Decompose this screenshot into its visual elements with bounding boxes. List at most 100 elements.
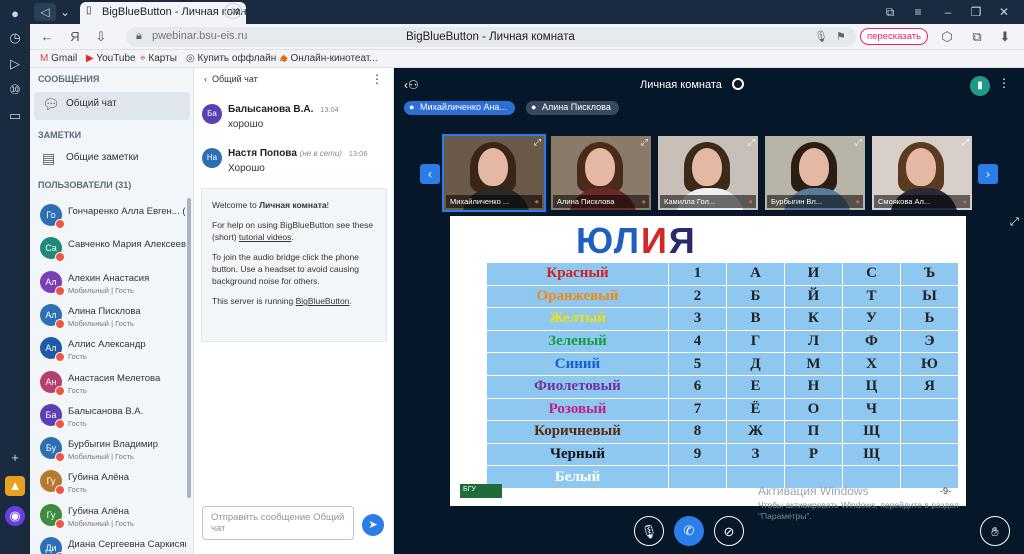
next-video-page-button[interactable]: › (978, 164, 998, 184)
color-name-cell: Коричневый (486, 420, 669, 444)
tutorial-videos-link[interactable]: tutorial videos (239, 232, 291, 242)
table-row: Коричневый 8 Ж П Щ (486, 420, 959, 444)
tab-bigbluebutton[interactable]: ▯ BigBlueButton - Личная комната ✕ (80, 2, 246, 24)
user-list-scrollbar[interactable] (187, 198, 191, 498)
welcome-title-suffix: ! (326, 200, 330, 210)
minimize-icon[interactable]: – (940, 3, 956, 21)
letter-cell: Ъ (900, 262, 959, 286)
letter-cell: М (784, 352, 843, 376)
table-row: Зеленый 4 Г Л Ф Э (486, 329, 959, 354)
user-list-item[interactable]: Ан Анастасия Мелетова Гость (34, 369, 188, 399)
fullscreen-video-icon[interactable]: ⤢ (641, 137, 648, 148)
share-webcam-button[interactable]: ⊘ (714, 516, 744, 546)
letter-cell: 6 (668, 374, 727, 399)
letter-cell: Х (842, 352, 901, 376)
screen-icon[interactable]: ▭ (5, 106, 25, 126)
sender-away-status: (не в сети) (299, 149, 342, 158)
message-sender: Балысанова В.А. 13:04 (228, 104, 339, 115)
number-10-icon[interactable]: ⑩ (5, 80, 25, 100)
bigbluebutton-link[interactable]: BigBlueButton (296, 296, 350, 306)
download-icon[interactable]: ⇩ (92, 28, 110, 46)
download-arrow-icon[interactable]: ⬇ (996, 28, 1014, 46)
extension-icon[interactable]: ⧉ (968, 28, 986, 46)
app-orange-icon[interactable]: ▲ (5, 476, 25, 496)
chat-options-icon[interactable]: ⋮ (371, 72, 383, 86)
user-list-item[interactable]: Ал Аллис Александр Гость (34, 335, 188, 365)
connection-status-icon[interactable]: ▮ (970, 76, 990, 96)
color-name-cell: Красный (486, 262, 669, 286)
recording-icon[interactable] (732, 78, 744, 90)
table-row: Желтый 3 В К У Ь (486, 307, 959, 331)
welcome-server-text: This server is running (212, 296, 296, 306)
menu-icon[interactable]: ≡ (910, 3, 926, 21)
restore-icon[interactable]: ❐ (968, 3, 984, 21)
bookmark-kupit[interactable]: ◎ Купить оффлайн ... (186, 53, 287, 64)
shared-notes-item[interactable]: ▤ Общие заметки (34, 146, 190, 174)
user-list-item[interactable]: Са Савченко Мария Алексеевна (34, 235, 188, 265)
color-name-cell: Желтый (486, 307, 669, 331)
back-icon[interactable]: ← (38, 28, 56, 46)
letter-cell: Г (726, 329, 785, 354)
chevron-down-icon[interactable]: ⌄ (58, 3, 72, 21)
chat-bubble-icon: 💬︎ (42, 96, 60, 112)
message-time: 13:06 (348, 149, 368, 158)
fullscreen-icon[interactable]: ⤢ (1010, 216, 1019, 229)
send-message-button[interactable]: ➤ (362, 514, 384, 536)
user-list-item[interactable]: Гу Губина Алёна Мобильный | Гость (34, 502, 188, 532)
user-list-item[interactable]: Ал Алина Писклова Мобильный | Гость (34, 302, 188, 332)
webcam-user-label: Камилла Гол... ● (660, 195, 756, 208)
webcam-video-tile[interactable]: ⤢ Алина Писклова ● (549, 134, 653, 212)
webcam-video-tile[interactable]: ⤢ Бурбыгин Вл... ● (763, 134, 867, 212)
url-field[interactable]: 🔒︎ pwebinar.bsu-eis.ru BigBlueButton - Л… (126, 27, 856, 47)
webcam-user-label: Алина Писклова ● (553, 195, 649, 208)
sound-icon[interactable]: ◁ (34, 3, 56, 21)
bookmark-kino[interactable]: ◆ Онлайн-кинотеат... (280, 53, 378, 64)
microphone-icon[interactable]: 🎙︎ (814, 30, 828, 43)
bookmark-gmail[interactable]: M Gmail (40, 53, 77, 64)
fullscreen-video-icon[interactable]: ⤢ (748, 137, 755, 148)
yandex-icon[interactable]: Я (66, 28, 84, 46)
bookmark-flag-icon[interactable]: ⚑ (836, 30, 846, 43)
user-list-item[interactable]: Ди Диана Сергеевна Саркисян (34, 535, 188, 554)
alice-icon[interactable]: ◉ (5, 506, 25, 526)
user-list-item[interactable]: Ба Балысанова В.А. Гость (34, 402, 188, 432)
play-icon[interactable]: ▷ (5, 54, 25, 74)
public-chat-label: Общий чат (66, 98, 117, 109)
close-window-icon[interactable]: ✕ (996, 3, 1012, 21)
webcam-video-tile[interactable]: ⤢ Камилла Гол... ● (656, 134, 760, 212)
profile-icon[interactable]: ● (5, 4, 25, 24)
options-menu-icon[interactable]: ⋮ (998, 76, 1010, 90)
address-bar: ← Я ⇩ 🔒︎ pwebinar.bsu-eis.ru BigBlueButt… (30, 24, 1024, 50)
fullscreen-video-icon[interactable]: ⤢ (855, 137, 862, 148)
pereskazat-button[interactable]: пересказать (860, 28, 929, 45)
user-list-item[interactable]: Ал Алехин Анастасия Мобильный | Гость (34, 269, 188, 299)
fullscreen-video-icon[interactable]: ⤢ (534, 137, 541, 148)
webcam-video-tile[interactable]: ⤢ Михайличенко ... ● (442, 134, 546, 212)
prev-video-page-button[interactable]: ‹ (420, 164, 440, 184)
raise-hand-button[interactable]: ✋︎ (980, 516, 1010, 546)
talking-indicator[interactable]: ● Алина Писклова (526, 101, 619, 115)
bookmark-maps[interactable]: ⌖ Карты (140, 53, 177, 64)
chat-message-input[interactable]: Отправить сообщение Общий чат (202, 506, 354, 540)
chat-back-link[interactable]: ‹ Общий чат (204, 74, 258, 84)
user-list-item[interactable]: Гу Губина Алёна Гость (34, 468, 188, 498)
bookmark-icon[interactable]: ⧉ (882, 3, 898, 21)
user-list-item[interactable]: Бу Бурбыгин Владимир Мобильный | Гость (34, 435, 188, 465)
hide-panel-user-icon[interactable]: ‹⚇ (404, 78, 419, 92)
letter-cell: Т (842, 284, 901, 309)
protect-icon[interactable]: ⬡ (938, 28, 956, 46)
user-role: Мобильный | Гость (68, 518, 134, 528)
leave-audio-button[interactable]: ✆ (674, 516, 704, 546)
history-icon[interactable]: ◷ (5, 28, 25, 48)
fullscreen-video-icon[interactable]: ⤢ (962, 137, 969, 148)
webcam-video-tile[interactable]: ⤢ Смоякова Ал... ● (870, 134, 974, 212)
mute-microphone-button[interactable]: 🎙︎ (634, 516, 664, 546)
add-panel-icon[interactable]: + (5, 448, 25, 468)
talking-indicator[interactable]: ● Михайличенко Ана... (404, 101, 515, 115)
new-tab-icon[interactable]: + (224, 3, 242, 19)
public-chat-item[interactable]: 💬︎ Общий чат (34, 92, 190, 120)
user-list-item[interactable]: Го Гончаренко Алла Евген... (Вы) (34, 202, 188, 232)
presentation-stage: ‹⚇ Личная комната ▮ ⋮ ● Михайличенко Ана.… (394, 68, 1024, 554)
bookmark-youtube[interactable]: ▶ YouTube (86, 53, 136, 64)
message-text: хорошо (228, 119, 264, 130)
